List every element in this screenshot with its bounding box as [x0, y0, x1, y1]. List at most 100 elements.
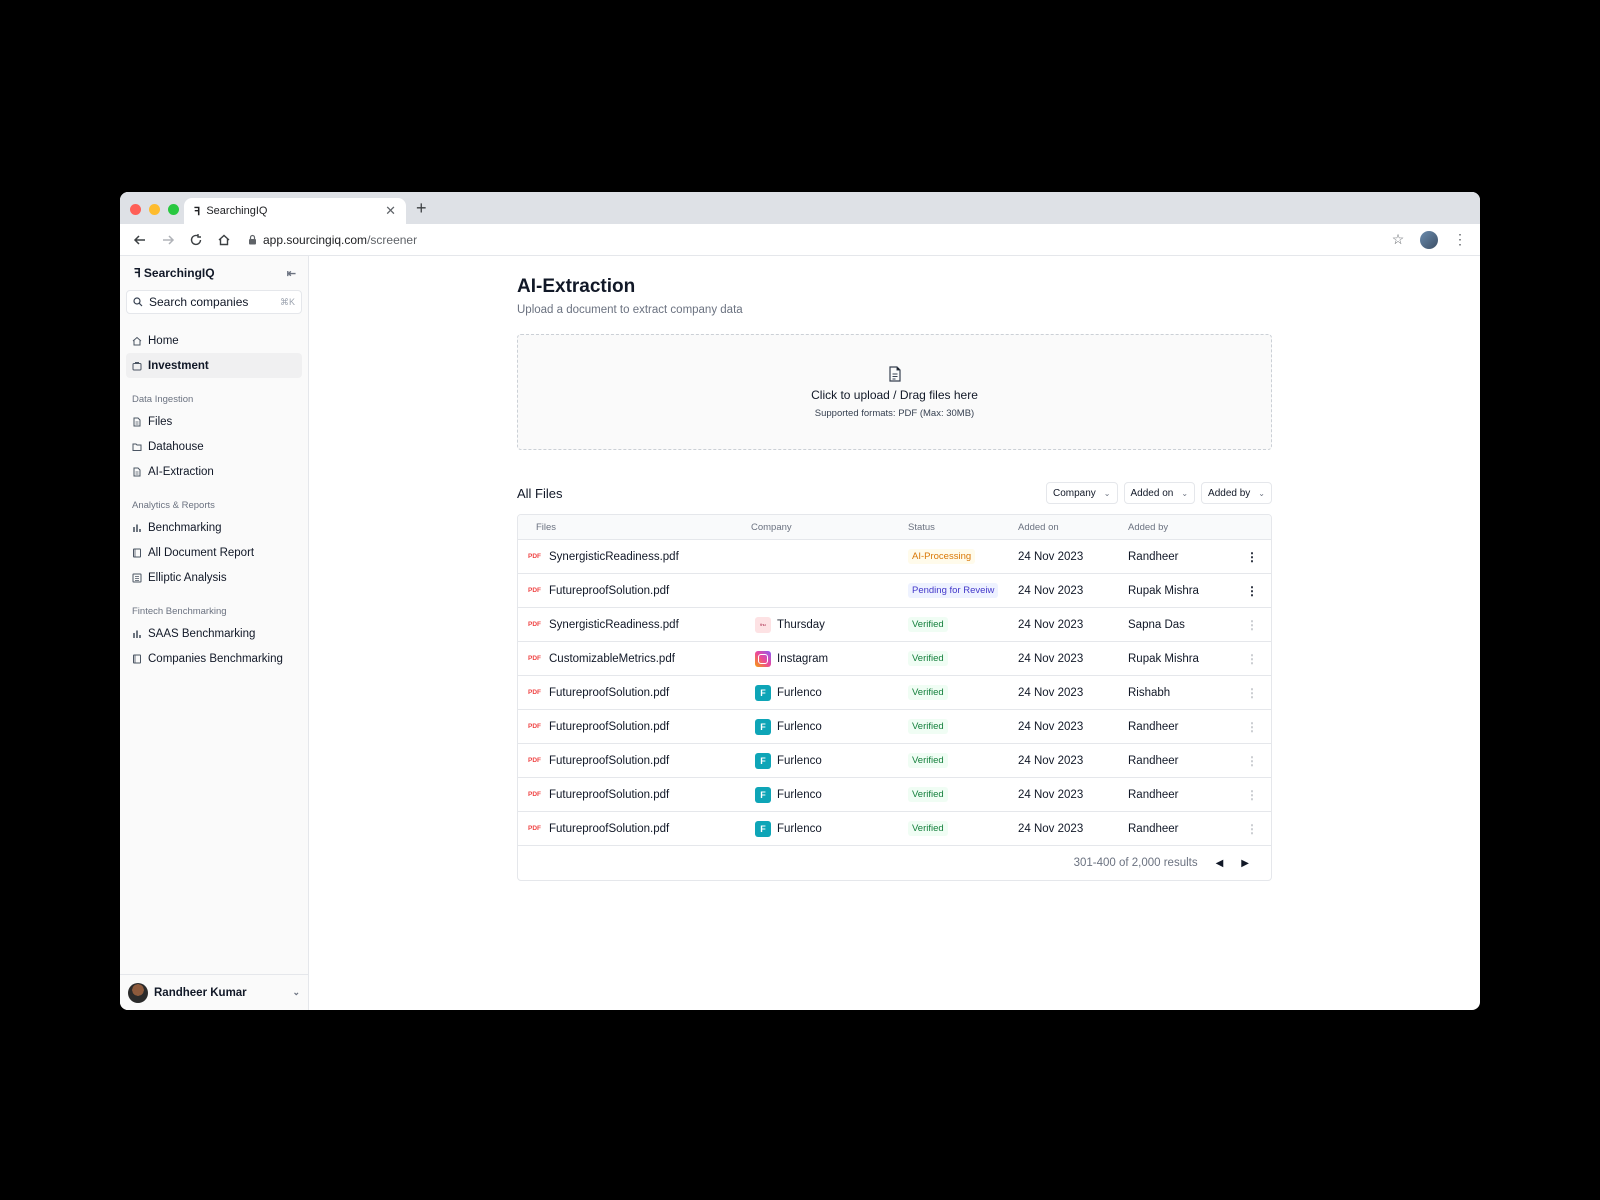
brand-logo[interactable]: ꟻ SearchingIQ: [134, 266, 215, 280]
home-button[interactable]: [212, 228, 236, 252]
added-on-filter[interactable]: Added on ⌄: [1123, 482, 1196, 504]
maximize-window-button[interactable]: [168, 204, 179, 215]
added-on-cell: 24 Nov 2023: [1018, 550, 1084, 563]
table-row[interactable]: PDF SynergisticReadiness.pdf AI-Processing…: [518, 540, 1271, 574]
file-name[interactable]: FutureproofSolution.pdf: [549, 823, 669, 835]
upload-dropzone[interactable]: Click to upload / Drag files here Suppor…: [517, 334, 1272, 450]
status-cell: Verified: [908, 787, 1018, 802]
table-row[interactable]: PDF FutureproofSolution.pdf F Furlenco Verif…: [518, 744, 1271, 778]
reload-button[interactable]: [184, 228, 208, 252]
sidebar-item-investment[interactable]: Investment: [126, 353, 302, 378]
added-on-cell: 24 Nov 2023: [1018, 584, 1084, 597]
sidebar-item-companies-benchmarking[interactable]: Companies Benchmarking: [126, 646, 302, 671]
sidebar-item-datahouse[interactable]: Datahouse: [126, 434, 302, 459]
table-row[interactable]: PDF FutureproofSolution.pdf Pending for Re…: [518, 574, 1271, 608]
back-button[interactable]: [128, 228, 152, 252]
file-name[interactable]: FutureproofSolution.pdf: [549, 687, 669, 699]
added-on-cell: 24 Nov 2023: [1018, 720, 1084, 733]
user-menu[interactable]: Randheer Kumar ⌄: [120, 974, 308, 1010]
sidebar-item-label: Companies Benchmarking: [148, 652, 283, 665]
collapse-sidebar-icon[interactable]: ⇤: [287, 267, 296, 280]
row-menu-kebab-icon[interactable]: ⋮: [1232, 788, 1271, 802]
row-menu-kebab-icon[interactable]: ⋮: [1232, 720, 1271, 734]
row-menu-kebab-icon[interactable]: ⋮: [1232, 652, 1271, 666]
section-label-fintech: Fintech Benchmarking: [132, 606, 227, 617]
row-menu-kebab-icon[interactable]: ⋮: [1232, 754, 1271, 768]
file-name[interactable]: FutureproofSolution.pdf: [549, 721, 669, 733]
added-by-cell: Randheer: [1128, 788, 1179, 801]
file-name[interactable]: FutureproofSolution.pdf: [549, 789, 669, 801]
close-window-button[interactable]: [130, 204, 141, 215]
next-page-button[interactable]: ▶: [1241, 858, 1249, 869]
file-name[interactable]: FutureproofSolution.pdf: [549, 755, 669, 767]
sidebar-item-ai-extraction[interactable]: AI-Extraction: [126, 459, 302, 484]
file-cell: PDF FutureproofSolution.pdf: [518, 789, 751, 801]
row-menu-kebab-icon[interactable]: ⋮: [1232, 550, 1271, 564]
browser-menu-button[interactable]: ⋮: [1448, 228, 1472, 252]
new-tab-button[interactable]: +: [416, 198, 427, 219]
file-name[interactable]: SynergisticReadiness.pdf: [549, 619, 679, 631]
chevron-down-icon: ⌄: [292, 987, 300, 997]
file-name[interactable]: SynergisticReadiness.pdf: [549, 551, 679, 563]
status-cell: Verified: [908, 753, 1018, 768]
furlenco-logo-icon: F: [755, 820, 771, 837]
sidebar-item-home[interactable]: Home: [126, 328, 302, 353]
filter-label: Added on: [1130, 487, 1174, 499]
files-header: All Files Company ⌄ Added on ⌄ Added by: [517, 482, 1272, 504]
sidebar-item-label: Investment: [148, 359, 209, 372]
status-cell: Pending for Reveiw: [908, 583, 1018, 598]
browser-tab[interactable]: ꟻ SearchingIQ ✕: [184, 198, 406, 224]
pdf-file-icon: PDF: [528, 553, 541, 560]
status-badge: Verified: [908, 617, 948, 632]
company-cell: thu Thursday: [751, 616, 908, 633]
row-menu-kebab-icon[interactable]: ⋮: [1232, 686, 1271, 700]
file-name[interactable]: CustomizableMetrics.pdf: [549, 653, 675, 665]
file-name[interactable]: FutureproofSolution.pdf: [549, 585, 669, 597]
top-nav: Home Investment: [126, 328, 302, 378]
sidebar-item-files[interactable]: Files: [126, 409, 302, 434]
table-row[interactable]: PDF FutureproofSolution.pdf F Furlenco Verif…: [518, 778, 1271, 812]
minimize-window-button[interactable]: [149, 204, 160, 215]
kebab-menu-icon: ⋮: [1453, 231, 1467, 247]
close-tab-icon[interactable]: ✕: [385, 203, 396, 219]
added-by-cell: Randheer: [1128, 822, 1179, 835]
row-menu-kebab-icon[interactable]: ⋮: [1232, 584, 1271, 598]
company-filter[interactable]: Company ⌄: [1045, 482, 1118, 504]
table-row[interactable]: PDF CustomizableMetrics.pdf Instagram Verif…: [518, 642, 1271, 676]
forward-button[interactable]: [156, 228, 180, 252]
chevron-down-icon: ⌄: [1181, 488, 1189, 498]
company-name: Furlenco: [777, 720, 822, 733]
sidebar-item-elliptic-analysis[interactable]: Elliptic Analysis: [126, 565, 302, 590]
company-cell: Instagram: [751, 650, 908, 667]
table-row[interactable]: PDF SynergisticReadiness.pdf thu Thursday Ve…: [518, 608, 1271, 642]
column-header-added-by[interactable]: Added by: [1128, 522, 1232, 533]
search-input[interactable]: Search companies ⌘K: [126, 290, 302, 314]
address-bar[interactable]: app.sourcingiq.com/screener: [240, 228, 1382, 252]
lock-icon: [249, 234, 256, 245]
bookmark-button[interactable]: ☆: [1386, 228, 1410, 252]
column-header-company[interactable]: Company: [751, 522, 908, 533]
added-by-filter[interactable]: Added by ⌄: [1201, 482, 1272, 504]
table-row[interactable]: PDF FutureproofSolution.pdf F Furlenco Verif…: [518, 710, 1271, 744]
file-cell: PDF FutureproofSolution.pdf: [518, 721, 751, 733]
sidebar-item-all-document-report[interactable]: All Document Report: [126, 540, 302, 565]
profile-avatar[interactable]: [1420, 230, 1438, 249]
status-cell: AI-Processing: [908, 549, 1018, 564]
added-on-cell: 24 Nov 2023: [1018, 686, 1084, 699]
sidebar-item-benchmarking[interactable]: Benchmarking: [126, 515, 302, 540]
sidebar-item-saas-benchmarking[interactable]: SAAS Benchmarking: [126, 621, 302, 646]
column-header-added-on[interactable]: Added on: [1018, 522, 1128, 533]
table-row[interactable]: PDF FutureproofSolution.pdf F Furlenco Verif…: [518, 812, 1271, 846]
row-menu-kebab-icon[interactable]: ⋮: [1232, 822, 1271, 836]
list-icon: [132, 573, 142, 583]
file-icon: [132, 467, 142, 477]
column-header-files[interactable]: Files: [518, 522, 751, 533]
user-name: Randheer Kumar: [154, 986, 247, 999]
status-badge: Verified: [908, 787, 948, 802]
previous-page-button[interactable]: ◀: [1216, 858, 1224, 869]
table-row[interactable]: PDF FutureproofSolution.pdf F Furlenco Verif…: [518, 676, 1271, 710]
row-menu-kebab-icon[interactable]: ⋮: [1232, 618, 1271, 632]
status-badge: Pending for Reveiw: [908, 583, 999, 598]
sidebar-item-label: Files: [148, 415, 173, 428]
column-header-status[interactable]: Status: [908, 522, 1018, 533]
